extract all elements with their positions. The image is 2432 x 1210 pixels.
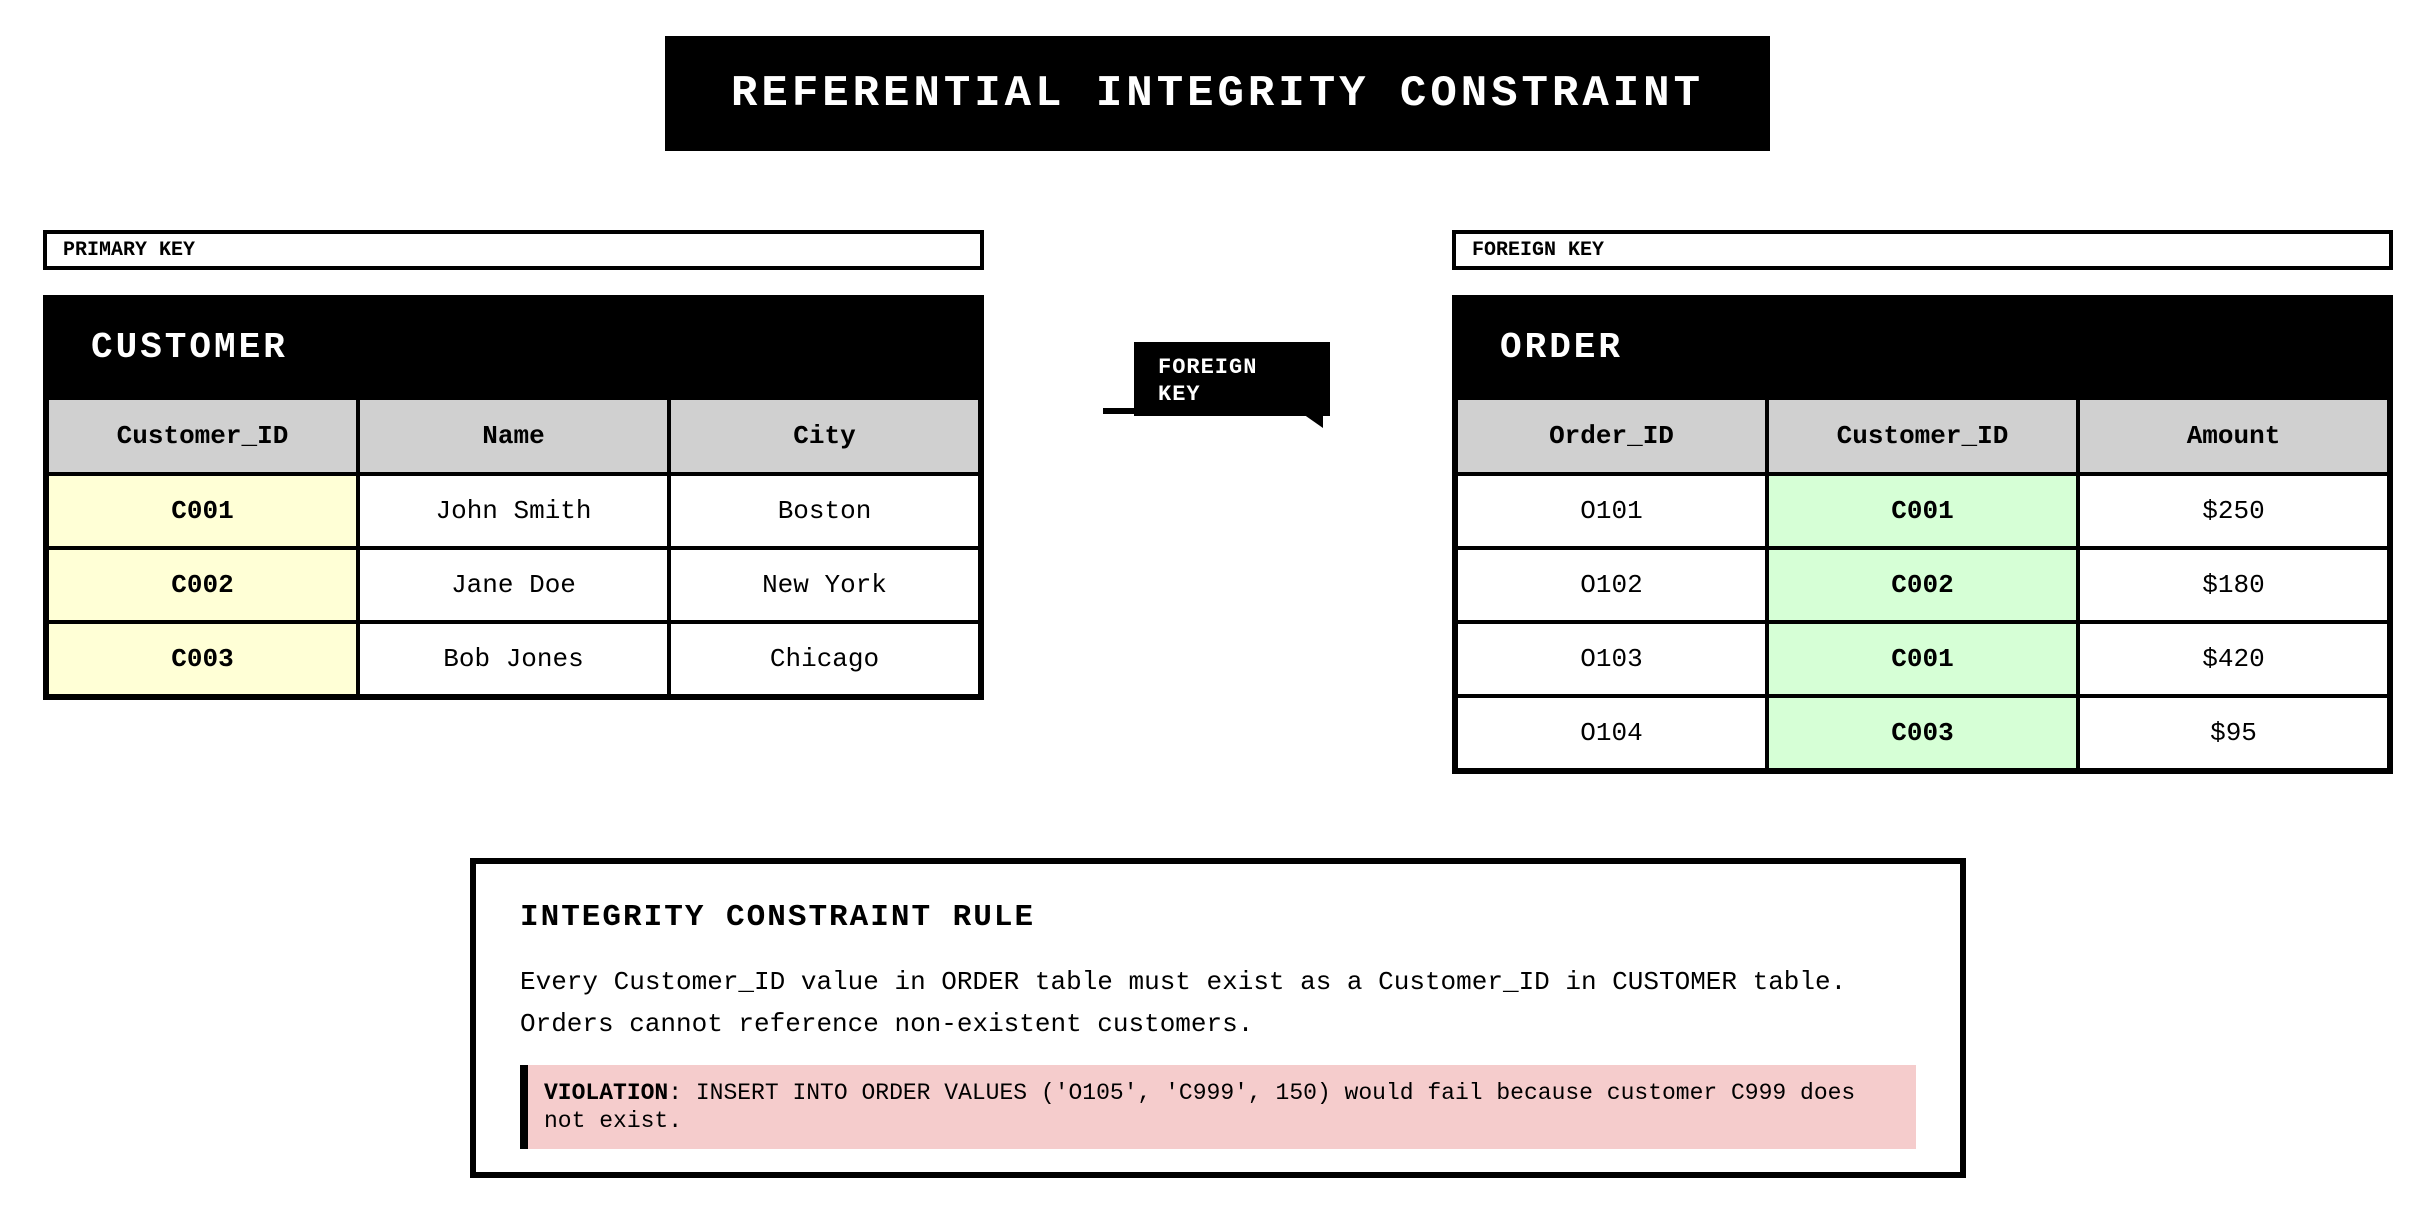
violation-text: : INSERT INTO ORDER VALUES ('O105', 'C99… [544, 1080, 1856, 1134]
table-cell: O101 [1458, 476, 1765, 546]
primary-key-cell: C003 [49, 624, 356, 694]
table-cell: Chicago [671, 624, 978, 694]
order-grid: Order_ID Customer_ID Amount O101 C001 $2… [1458, 400, 2387, 768]
column-header: City [671, 400, 978, 472]
table-cell: O102 [1458, 550, 1765, 620]
table-cell: New York [671, 550, 978, 620]
customer-grid: Customer_ID Name City C001 John Smith Bo… [49, 400, 978, 694]
column-header: Customer_ID [49, 400, 356, 472]
foreign-key-tag-tail [1303, 414, 1323, 428]
table-cell: Jane Doe [360, 550, 667, 620]
column-header: Order_ID [1458, 400, 1765, 472]
column-header: Name [360, 400, 667, 472]
primary-key-label: PRIMARY KEY [43, 230, 984, 270]
table-cell: Boston [671, 476, 978, 546]
foreign-key-label: FOREIGN KEY [1452, 230, 2393, 270]
customer-table-name: CUSTOMER [91, 327, 288, 368]
table-cell: Bob Jones [360, 624, 667, 694]
foreign-key-cell: C001 [1769, 476, 2076, 546]
foreign-key-connector [1103, 408, 1137, 414]
table-cell: $250 [2080, 476, 2387, 546]
primary-key-cell: C001 [49, 476, 356, 546]
table-cell: $95 [2080, 698, 2387, 768]
order-table-name: ORDER [1500, 327, 1624, 368]
customer-table: CUSTOMER Customer_ID Name City C001 John… [43, 295, 984, 700]
violation-example: VIOLATION: INSERT INTO ORDER VALUES ('O1… [520, 1065, 1916, 1149]
rule-text-line: Orders cannot reference non-existent cus… [520, 1009, 1254, 1039]
rule-text-line: Every Customer_ID value in ORDER table m… [520, 967, 1847, 997]
foreign-key-cell: C001 [1769, 624, 2076, 694]
diagram-title: REFERENTIAL INTEGRITY CONSTRAINT [731, 68, 1704, 119]
column-header: Customer_ID [1769, 400, 2076, 472]
rule-title: INTEGRITY CONSTRAINT RULE [520, 900, 1036, 935]
table-cell: O104 [1458, 698, 1765, 768]
table-cell: $420 [2080, 624, 2387, 694]
table-cell: $180 [2080, 550, 2387, 620]
title-banner: REFERENTIAL INTEGRITY CONSTRAINT [665, 36, 1770, 151]
table-cell: O103 [1458, 624, 1765, 694]
column-header: Amount [2080, 400, 2387, 472]
table-cell: John Smith [360, 476, 667, 546]
primary-key-cell: C002 [49, 550, 356, 620]
order-table: ORDER Order_ID Customer_ID Amount O101 C… [1452, 295, 2393, 774]
foreign-key-cell: C002 [1769, 550, 2076, 620]
violation-label: VIOLATION [544, 1080, 669, 1106]
foreign-key-cell: C003 [1769, 698, 2076, 768]
foreign-key-tag: FOREIGN KEY [1134, 342, 1330, 416]
integrity-rule-box: INTEGRITY CONSTRAINT RULE Every Customer… [470, 858, 1966, 1178]
